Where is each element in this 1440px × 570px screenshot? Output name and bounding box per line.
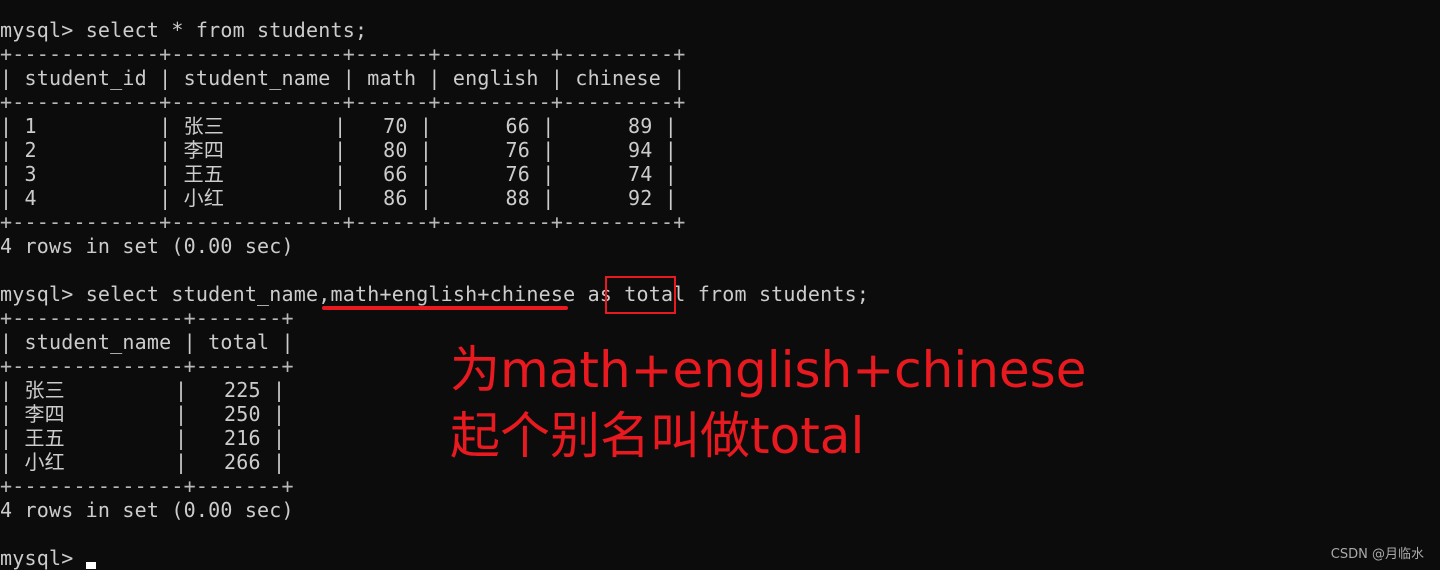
command-line-2: mysql> select student_name,math+english+… [0,282,870,306]
table-header-row: | student_id | student_name | math | eng… [0,66,686,90]
command-line-1: mysql> select * from students; [0,18,368,42]
table-header-row: | student_name | total | [0,330,294,354]
table-border: +------------+--------------+------+----… [0,42,686,66]
table-row: | 小红 | 266 | [0,450,286,474]
table-border: +------------+--------------+------+----… [0,210,686,234]
annotation-underline [322,306,568,310]
result-status: 4 rows in set (0.00 sec) [0,498,294,522]
table-border: +--------------+-------+ [0,474,294,498]
table-row: | 1 | 张三 | 70 | 66 | 89 | [0,114,677,138]
table-row: | 2 | 李四 | 80 | 76 | 94 | [0,138,677,162]
table-border: +------------+--------------+------+----… [0,90,686,114]
watermark: CSDN @月临水 [1330,547,1424,562]
table-border: +--------------+-------+ [0,354,294,378]
annotation-text-line1: 为math+english+chinese [450,341,1087,399]
result-status: 4 rows in set (0.00 sec) [0,234,294,258]
text-cursor [86,562,96,569]
table-border: +--------------+-------+ [0,306,294,330]
command-prompt[interactable]: mysql> [0,546,86,570]
annotation-highlight-box [605,276,676,314]
table-row: | 4 | 小红 | 86 | 88 | 92 | [0,186,677,210]
table-row: | 李四 | 250 | [0,402,286,426]
table-row: | 王五 | 216 | [0,426,286,450]
table-row: | 3 | 王五 | 66 | 76 | 74 | [0,162,677,186]
table-row: | 张三 | 225 | [0,378,286,402]
annotation-text-line2: 起个别名叫做total [450,407,865,465]
